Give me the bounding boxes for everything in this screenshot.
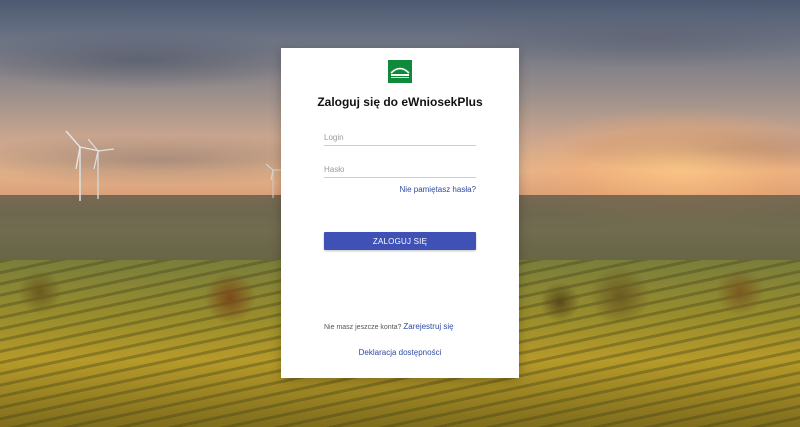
register-link[interactable]: Zarejestruj się — [403, 322, 453, 331]
register-row: Nie masz jeszcze konta? Zarejestruj się — [324, 322, 454, 331]
forgot-password-link[interactable]: Nie pamiętasz hasła? — [400, 185, 476, 194]
arimr-logo-icon — [388, 60, 412, 83]
login-button[interactable]: ZALOGUJ SIĘ — [324, 232, 476, 250]
arimr-logo-graphic — [388, 60, 412, 83]
login-input[interactable] — [324, 129, 476, 146]
page-title: Zaloguj się do eWniosekPlus — [317, 95, 483, 109]
password-input[interactable] — [324, 161, 476, 178]
wind-turbine-icon — [87, 138, 115, 199]
accessibility-declaration-link[interactable]: Deklaracja dostępności — [281, 348, 519, 357]
register-prompt: Nie masz jeszcze konta? — [324, 324, 402, 331]
login-card: Zaloguj się do eWniosekPlus Nie pamiętas… — [281, 48, 519, 378]
